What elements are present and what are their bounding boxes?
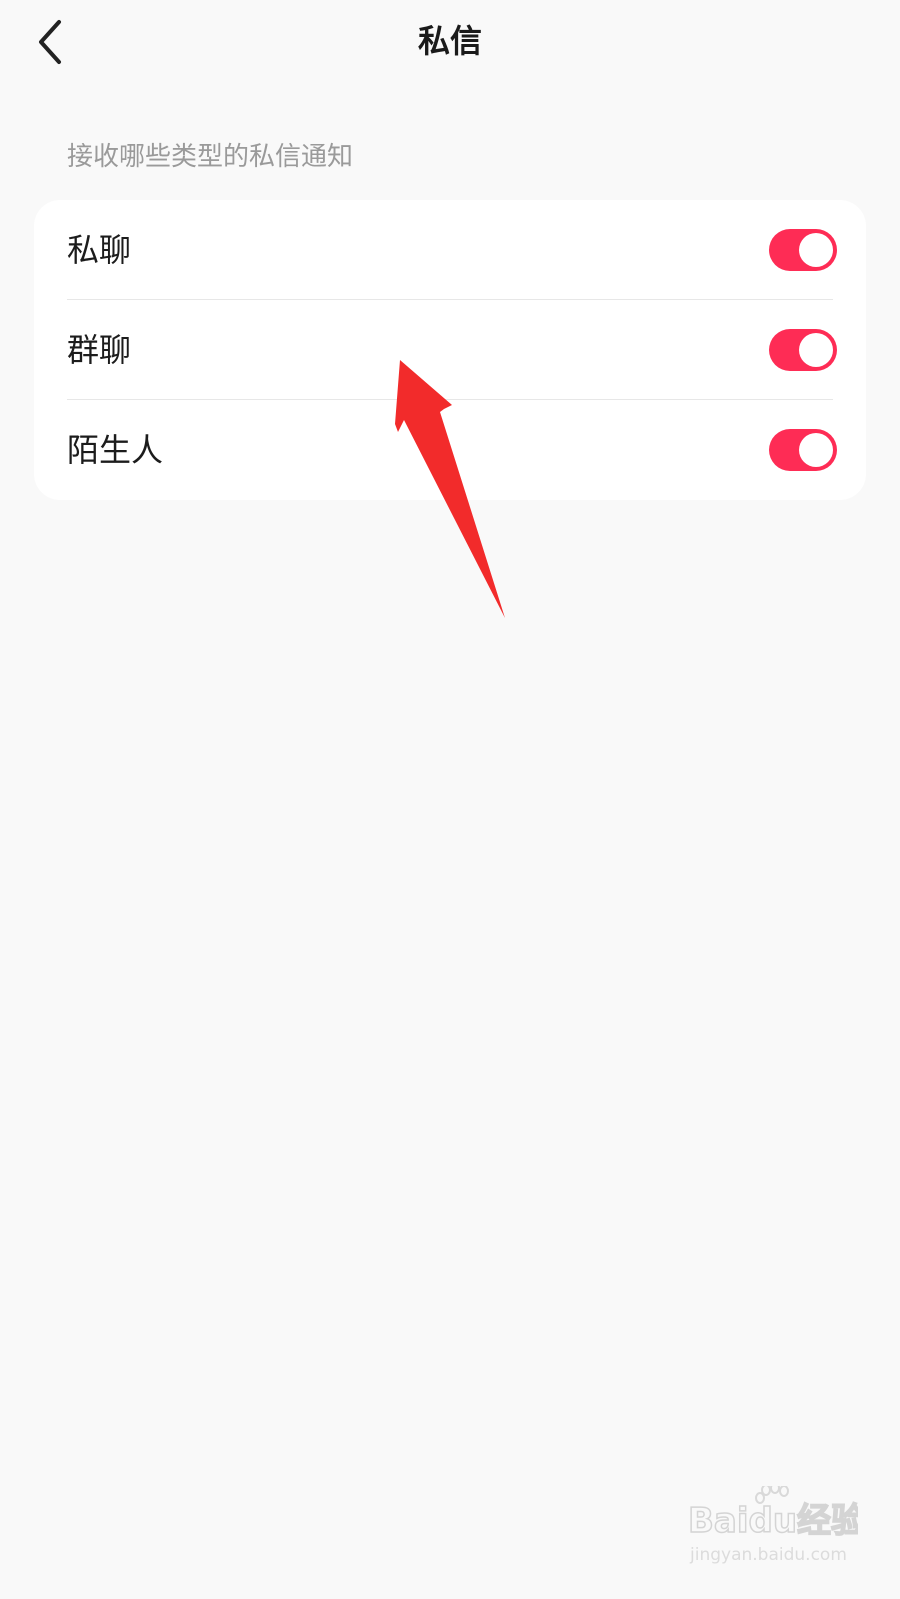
setting-row-private-chat: 私聊	[34, 200, 866, 300]
strangers-toggle[interactable]	[769, 429, 837, 471]
setting-label: 群聊	[67, 331, 132, 369]
toggle-knob	[799, 233, 833, 267]
setting-label: 私聊	[67, 231, 132, 269]
section-header: 接收哪些类型的私信通知	[67, 142, 354, 172]
watermark-brand: Baidu经验	[688, 1501, 858, 1541]
page-title: 私信	[417, 22, 482, 60]
baidu-jingyan-watermark: Baidu经验 jingyan.baidu.com	[688, 1486, 858, 1565]
navigation-bar: 私信	[0, 0, 900, 86]
watermark-url: jingyan.baidu.com	[689, 1545, 847, 1565]
private-chat-toggle[interactable]	[769, 229, 837, 271]
settings-card: 私聊 群聊 陌生人	[34, 200, 866, 500]
setting-label: 陌生人	[67, 431, 164, 469]
setting-row-group-chat: 群聊	[34, 300, 866, 400]
toggle-knob	[799, 333, 833, 367]
toggle-knob	[799, 433, 833, 467]
group-chat-toggle[interactable]	[769, 329, 837, 371]
setting-row-strangers: 陌生人	[34, 400, 866, 500]
